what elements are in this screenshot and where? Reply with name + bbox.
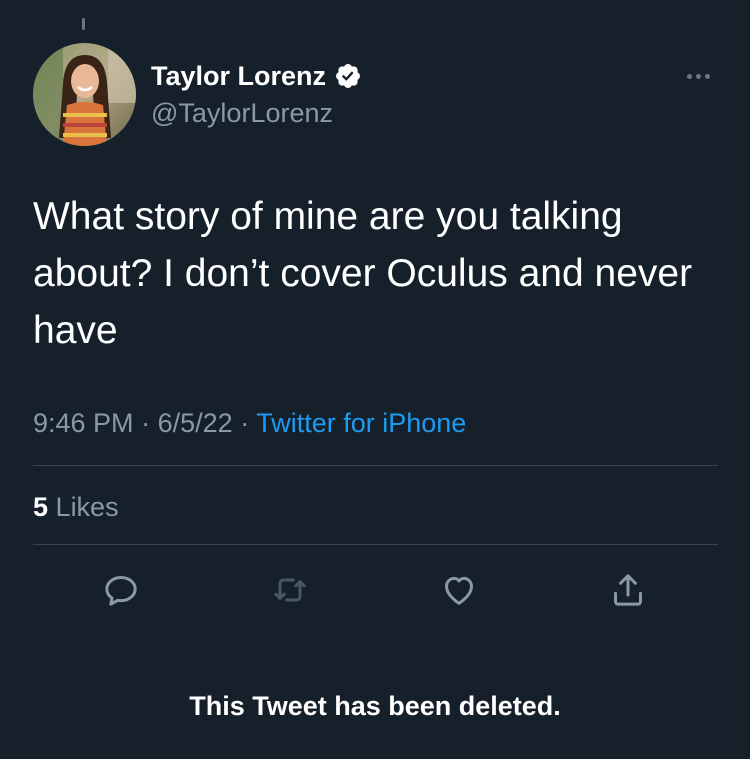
meta-separator: ·: [141, 408, 151, 438]
retweet-icon: [274, 578, 306, 602]
divider: [33, 465, 718, 466]
more-options-button[interactable]: [680, 66, 716, 86]
tweet-source-link[interactable]: Twitter for iPhone: [256, 408, 466, 438]
retweet-button[interactable]: [268, 570, 312, 610]
share-button[interactable]: [606, 570, 650, 610]
divider: [33, 544, 718, 545]
display-name[interactable]: Taylor Lorenz: [151, 60, 326, 92]
profile-photo: [33, 43, 136, 146]
tweet-time[interactable]: 9:46 PM: [33, 408, 134, 438]
user-handle[interactable]: @TaylorLorenz: [151, 97, 333, 129]
reply-button[interactable]: [99, 570, 143, 610]
heart-icon: [445, 576, 473, 605]
tweet-metadata: 9:46 PM · 6/5/22 · Twitter for iPhone: [33, 405, 466, 441]
more-horizontal-icon: [695, 73, 701, 79]
avatar[interactable]: [33, 43, 136, 146]
deleted-tweet-notice: This Tweet has been deleted.: [189, 691, 561, 721]
likes-stat[interactable]: 5 Likes: [33, 490, 119, 524]
more-horizontal-icon: [704, 73, 710, 79]
meta-separator: ·: [240, 408, 250, 438]
author-name-row[interactable]: Taylor Lorenz: [151, 60, 362, 92]
thread-connector-line: [82, 18, 85, 30]
reply-icon: [105, 576, 137, 606]
share-icon: [614, 574, 642, 606]
likes-label: Likes: [55, 492, 119, 522]
tweet-date[interactable]: 6/5/22: [158, 408, 233, 438]
more-horizontal-icon: [686, 73, 692, 79]
verified-badge-icon: [334, 62, 362, 90]
tweet-action-bar: [0, 570, 750, 610]
likes-count: 5: [33, 492, 49, 522]
like-button[interactable]: [437, 570, 481, 610]
tweet-text: What story of mine are you talking about…: [33, 195, 693, 352]
